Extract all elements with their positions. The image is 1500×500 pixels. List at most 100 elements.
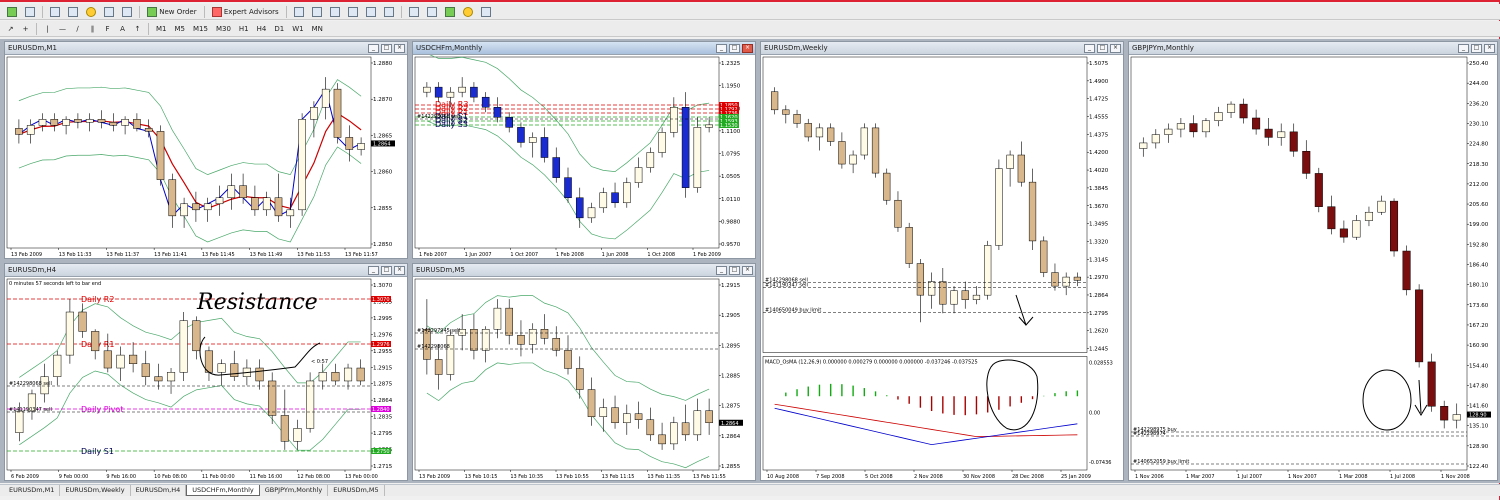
pivot-level-label: Daily S1	[81, 447, 114, 456]
maximize-window-button[interactable]: □	[1097, 43, 1108, 53]
price-axis-label: 1.0110	[721, 197, 741, 203]
trendline-button[interactable]: ∕	[71, 22, 84, 35]
price-axis-label: 135.10	[1469, 424, 1489, 430]
timeframe-w1-button[interactable]: W1	[289, 22, 306, 35]
candle-body	[481, 96, 490, 108]
channel-button[interactable]: ∥	[86, 22, 99, 35]
maximize-window-button[interactable]: □	[381, 265, 392, 275]
timeframe-mn-button[interactable]: MN	[309, 22, 326, 35]
new-chart-button[interactable]	[4, 5, 20, 18]
chart-window-eurusd-m5[interactable]: EURUSDm,M5 _ □ × 1.2915 1.2905 1.2895 1.2885 1.2…	[412, 263, 756, 481]
chart-window-gbpjpy-monthly[interactable]: GBPJPYm,Monthly _ □ × 250.40 244.00 236.20 230.…	[1128, 41, 1498, 481]
timeframe-h4-button[interactable]: H4	[254, 22, 270, 35]
chart-shift-icon	[426, 6, 437, 17]
candle-body	[770, 91, 779, 111]
candle-body	[634, 167, 643, 183]
time-axis-label: 7 Sep 2008	[816, 474, 845, 480]
market-watch-button[interactable]	[47, 5, 63, 18]
maximize-window-button[interactable]: □	[729, 43, 740, 53]
candle-body	[15, 128, 23, 135]
zoom-out-button[interactable]	[363, 5, 379, 18]
horizontal-line-button[interactable]: —	[56, 22, 69, 35]
candle-body	[251, 197, 259, 211]
autoscroll-button[interactable]	[406, 5, 422, 18]
crosshair-button[interactable]: +	[19, 22, 32, 35]
line-chart-button[interactable]	[327, 5, 343, 18]
candle-body	[950, 290, 958, 305]
chart-window-eurusd-h4[interactable]: EURUSDm,H4 _ □ × 1.3070 1.3035 1.2995 1.2976 1.2…	[4, 263, 408, 481]
price-axis-label: 128.90	[1469, 444, 1489, 450]
close-window-button[interactable]: ×	[742, 43, 753, 53]
timeframe-m5-button[interactable]: M5	[172, 22, 189, 35]
timeframe-m15-button[interactable]: M15	[190, 22, 211, 35]
profiles-button[interactable]	[22, 5, 38, 18]
timeframe-m1-button[interactable]: M1	[153, 22, 170, 35]
candle-body	[103, 350, 112, 369]
chart-tab[interactable]: EURUSDm,M1	[4, 485, 61, 496]
time-axis-label: 13 Feb 11:15	[602, 474, 635, 480]
templates-button[interactable]	[478, 5, 494, 18]
text-button[interactable]: A	[116, 22, 129, 35]
chart-tab[interactable]: USDCHFm,Monthly	[186, 485, 260, 496]
terminal-button[interactable]	[101, 5, 117, 18]
timeframe-d1-button[interactable]: D1	[271, 22, 287, 35]
maximize-window-button[interactable]: □	[1471, 43, 1482, 53]
chart-window-titlebar[interactable]: EURUSDm,H4 _ □ ×	[5, 264, 407, 277]
minimize-window-button[interactable]: _	[1084, 43, 1095, 53]
close-window-button[interactable]: ×	[742, 265, 753, 275]
chart-window-titlebar[interactable]: USDCHFm,Monthly _ □ ×	[413, 42, 755, 55]
periods-button[interactable]	[460, 5, 476, 18]
time-axis-label: 1 Nov 2007	[1288, 474, 1317, 480]
expert-advisors-button[interactable]: Expert Advisors	[209, 5, 282, 18]
candle-body	[575, 368, 584, 390]
maximize-window-button[interactable]: □	[381, 43, 392, 53]
candle-body	[995, 168, 1003, 246]
timeframe-h1-button[interactable]: H1	[236, 22, 252, 35]
chart-window-titlebar[interactable]: EURUSDm,Weekly _ □ ×	[761, 42, 1123, 55]
minimize-window-button[interactable]: _	[368, 265, 379, 275]
minimize-window-button[interactable]: _	[716, 265, 727, 275]
chart-window-titlebar[interactable]: EURUSDm,M5 _ □ ×	[413, 264, 755, 277]
minimize-window-button[interactable]: _	[368, 43, 379, 53]
fibonacci-button[interactable]: F	[101, 22, 114, 35]
chart-window-titlebar[interactable]: EURUSDm,M1 _ □ ×	[5, 42, 407, 55]
chart-window-titlebar[interactable]: GBPJPYm,Monthly _ □ ×	[1129, 42, 1497, 55]
candle-body	[1277, 131, 1286, 138]
minimize-window-button[interactable]: _	[716, 43, 727, 53]
order-label: #142298068 sell	[417, 114, 460, 120]
bar-chart-button[interactable]	[291, 5, 307, 18]
chart-tab[interactable]: EURUSDm,Weekly	[60, 485, 131, 496]
candle-body	[97, 119, 106, 123]
indicators-button[interactable]	[442, 5, 458, 18]
chart-tab[interactable]: EURUSDm,H4	[131, 485, 187, 496]
new-order-button[interactable]: New Order	[144, 5, 200, 18]
chart-shift-button[interactable]	[424, 5, 440, 18]
close-window-button[interactable]: ×	[394, 43, 405, 53]
vertical-line-button[interactable]: |	[41, 22, 54, 35]
toolbar-divider	[42, 5, 43, 18]
chart-tab[interactable]: EURUSDm,M5	[328, 485, 385, 496]
order-label: #140652059 buy limit	[1133, 459, 1189, 465]
minimize-window-button[interactable]: _	[1458, 43, 1469, 53]
maximize-window-button[interactable]: □	[729, 265, 740, 275]
close-window-button[interactable]: ×	[1110, 43, 1121, 53]
arrows-button[interactable]: ↑	[131, 22, 144, 35]
price-axis-label: 0.9570	[721, 242, 741, 248]
navigator-button[interactable]	[83, 5, 99, 18]
tester-button[interactable]	[119, 5, 135, 18]
chart-window-eurusd-m1[interactable]: EURUSDm,M1 _ □ × 1.2880 1.2870 1.2865 1.2860 1.2…	[4, 41, 408, 259]
chart-window-usdchf-monthly[interactable]: USDCHFm,Monthly_□×1.23251.19501.15001.11…	[412, 41, 756, 259]
data-window-button[interactable]	[65, 5, 81, 18]
close-window-button[interactable]: ×	[1484, 43, 1495, 53]
close-window-button[interactable]: ×	[394, 265, 405, 275]
chart-tab[interactable]: GBPJPYm,Monthly	[260, 485, 329, 496]
candle-body	[179, 320, 188, 373]
data-window-icon	[68, 6, 78, 17]
timeframe-m30-button[interactable]: M30	[213, 22, 234, 35]
chart-window-eurusd-weekly[interactable]: EURUSDm,Weekly _ □ × 1.5075 1.4900 1.4725 1.455…	[760, 41, 1124, 481]
candle-body	[705, 410, 713, 424]
cursor-button[interactable]: ↗	[4, 22, 17, 35]
tile-windows-button[interactable]	[381, 5, 397, 18]
candle-chart-button[interactable]	[309, 5, 325, 18]
zoom-in-button[interactable]	[345, 5, 361, 18]
